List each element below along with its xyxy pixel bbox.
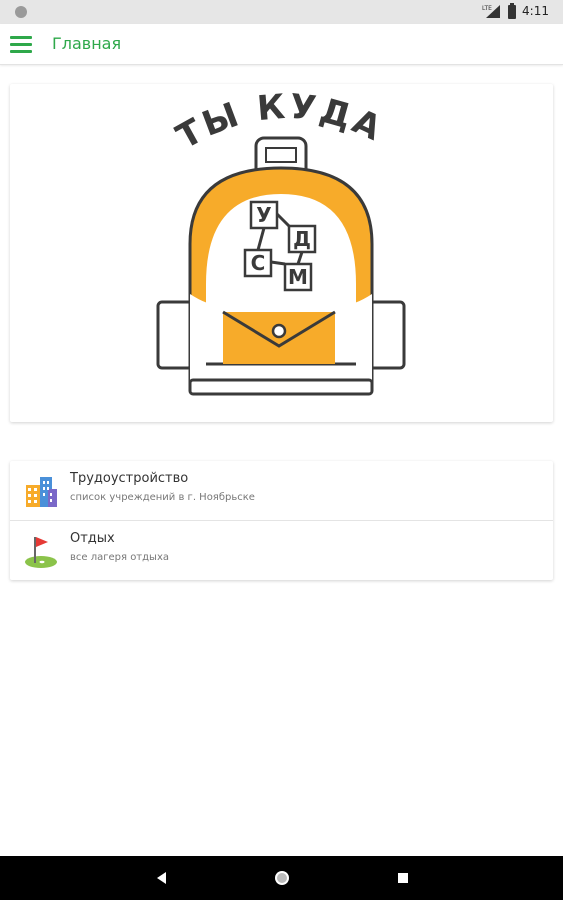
cube-letter-4: М (288, 265, 308, 289)
buildings-icon (26, 477, 57, 507)
backpack-logo: ТЫ КУДА? У Д С М (10, 84, 406, 396)
svg-text:LTE: LTE (482, 5, 492, 12)
list-item-rest[interactable]: Отдых все лагеря отдыха (10, 521, 553, 580)
list-item-subtitle: все лагеря отдыха (70, 552, 169, 563)
back-icon[interactable] (152, 868, 172, 888)
list-item-title: Трудоустройство (70, 471, 189, 486)
signal-icon: LTE (482, 5, 501, 18)
recents-icon[interactable] (393, 868, 413, 888)
system-nav-bar (0, 856, 563, 900)
list-item-employment[interactable]: Трудоустройство список учреждений в г. Н… (10, 461, 553, 521)
status-bar: LTE 4:11 (0, 0, 563, 24)
home-icon[interactable] (272, 868, 292, 888)
golf-flag-icon (25, 537, 57, 568)
hamburger-icon[interactable] (10, 34, 34, 54)
cube-letter-1: У (256, 203, 271, 227)
hero-card: ТЫ КУДА? У Д С М (10, 84, 553, 422)
svg-text:ТЫ КУДА?: ТЫ КУДА? (10, 84, 390, 157)
page-title: Главная (52, 34, 122, 53)
cube-letter-2: Д (293, 227, 311, 251)
list-item-subtitle: список учреждений в г. Ноябрьске (70, 492, 255, 503)
list-item-title: Отдых (70, 531, 115, 546)
notification-dot-icon (15, 6, 27, 18)
cube-letter-3: С (251, 251, 266, 275)
logo-title: ТЫ КУДА? (10, 84, 387, 157)
clock: 4:11 (522, 4, 549, 18)
menu-list: Трудоустройство список учреждений в г. Н… (10, 461, 553, 580)
status-icons: LTE 4:11 (482, 3, 549, 19)
app-bar: Главная (0, 24, 563, 65)
battery-icon (508, 3, 517, 19)
